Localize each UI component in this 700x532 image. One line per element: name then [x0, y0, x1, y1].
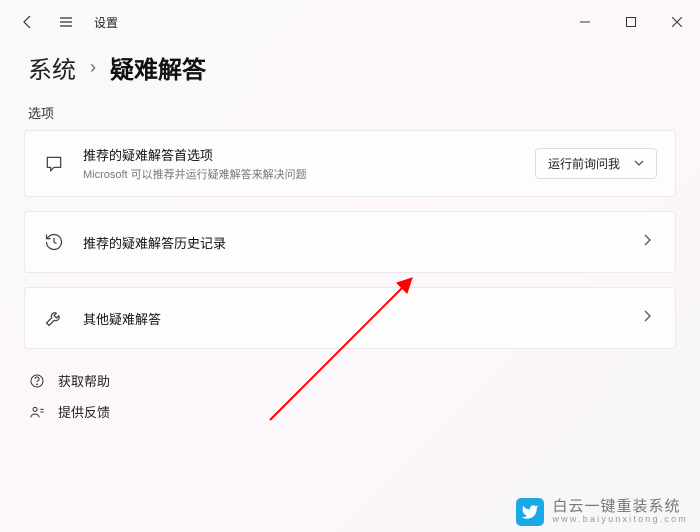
card-body: 推荐的疑难解答历史记录 [83, 233, 619, 252]
help-links: 获取帮助 提供反馈 [0, 349, 700, 443]
help-icon [28, 372, 46, 390]
card-title: 推荐的疑难解答历史记录 [83, 233, 619, 252]
history-icon [43, 231, 65, 253]
settings-cards: 推荐的疑难解答首选项 Microsoft 可以推荐并运行疑难解答来解决问题 运行… [0, 130, 700, 349]
card-body: 其他疑难解答 [83, 309, 619, 328]
chevron-right-icon [637, 233, 657, 251]
chevron-right-icon [637, 309, 657, 327]
menu-button[interactable] [56, 12, 76, 32]
card-other-troubleshoot[interactable]: 其他疑难解答 [24, 287, 676, 349]
close-button[interactable] [654, 6, 700, 38]
wrench-icon [43, 307, 65, 329]
chat-icon [43, 153, 65, 175]
get-help-link[interactable]: 获取帮助 [28, 371, 672, 390]
card-recommended-history[interactable]: 推荐的疑难解答历史记录 [24, 211, 676, 273]
card-subtitle: Microsoft 可以推荐并运行疑难解答来解决问题 [83, 166, 517, 182]
maximize-button[interactable] [608, 6, 654, 38]
card-recommended-pref: 推荐的疑难解答首选项 Microsoft 可以推荐并运行疑难解答来解决问题 运行… [24, 130, 676, 197]
card-action: 运行前询问我 [535, 148, 657, 179]
watermark-sub: www.baiyunxitong.com [552, 515, 688, 525]
card-title: 推荐的疑难解答首选项 [83, 145, 517, 164]
watermark: 白云一键重装系统 www.baiyunxitong.com [516, 498, 688, 526]
chevron-right-icon: › [90, 57, 96, 78]
breadcrumb: 系统 › 疑难解答 [0, 44, 700, 103]
pref-dropdown[interactable]: 运行前询问我 [535, 148, 657, 179]
window-controls [562, 6, 700, 38]
card-body: 推荐的疑难解答首选项 Microsoft 可以推荐并运行疑难解答来解决问题 [83, 145, 517, 182]
breadcrumb-current: 疑难解答 [110, 50, 206, 85]
link-label: 提供反馈 [58, 402, 110, 421]
titlebar-left: 设置 [18, 12, 118, 32]
feedback-link[interactable]: 提供反馈 [28, 402, 672, 421]
link-label: 获取帮助 [58, 371, 110, 390]
watermark-main: 白云一键重装系统 [552, 499, 688, 516]
section-label: 选项 [0, 103, 700, 130]
chevron-down-icon [634, 157, 644, 171]
window-title: 设置 [94, 14, 118, 31]
card-title: 其他疑难解答 [83, 309, 619, 328]
dropdown-value: 运行前询问我 [548, 155, 620, 172]
watermark-text: 白云一键重装系统 www.baiyunxitong.com [552, 499, 688, 525]
minimize-button[interactable] [562, 6, 608, 38]
watermark-logo [516, 498, 544, 526]
breadcrumb-parent[interactable]: 系统 [28, 50, 76, 85]
back-button[interactable] [18, 12, 38, 32]
feedback-icon [28, 403, 46, 421]
titlebar: 设置 [0, 0, 700, 44]
